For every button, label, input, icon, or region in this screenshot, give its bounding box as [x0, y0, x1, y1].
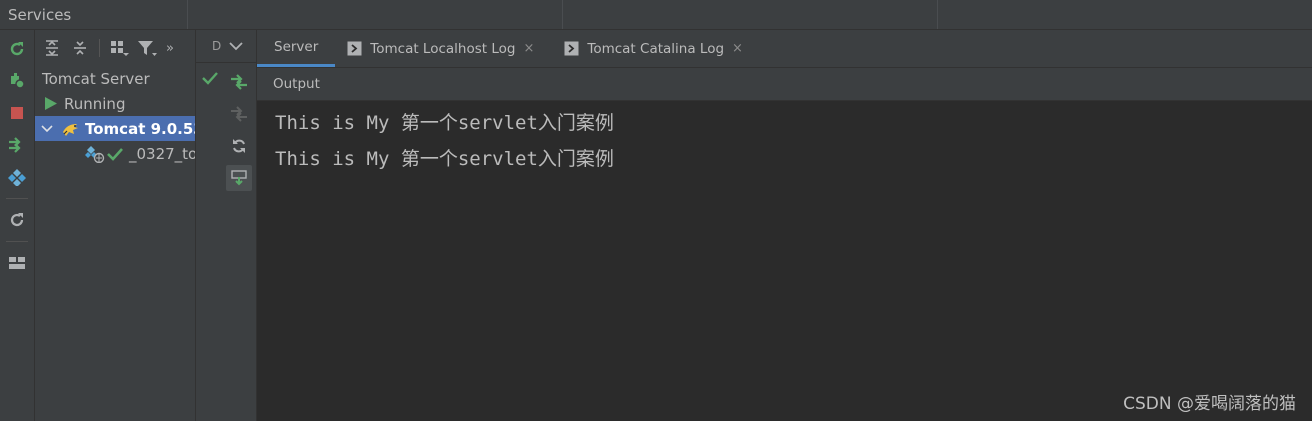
chevron-down-icon[interactable]: [229, 41, 243, 51]
collapse-all-icon[interactable]: [69, 37, 91, 59]
output-header: Output: [257, 68, 1312, 101]
tree-node-label: Running: [64, 94, 126, 113]
header-divider: [187, 0, 188, 29]
tree-node-label: Tomcat 9.0.53: [85, 119, 195, 138]
deploy-icon[interactable]: [226, 69, 252, 95]
run-icon: [44, 96, 58, 111]
check-icon: [202, 71, 218, 85]
layout-icon[interactable]: [6, 252, 28, 274]
tab-label: Tomcat Catalina Log: [587, 40, 725, 57]
close-icon[interactable]: ×: [732, 41, 743, 56]
toolbar-separator: [6, 198, 28, 199]
more-actions-button[interactable]: »: [166, 41, 174, 56]
update-icon[interactable]: [226, 133, 252, 159]
reload-icon[interactable]: [6, 209, 28, 231]
tab-bar: Server Tomcat Localhost Log × Tomcat Cat…: [257, 30, 1312, 68]
refresh-icon[interactable]: [6, 38, 28, 60]
group-by-icon[interactable]: [108, 37, 130, 59]
deploy-all-icon[interactable]: [6, 134, 28, 156]
stop-icon[interactable]: [6, 102, 28, 124]
log-icon: [347, 41, 362, 56]
tree-node-tomcat-server[interactable]: Tomcat Server: [35, 66, 195, 91]
tab-tomcat-catalina-log[interactable]: Tomcat Catalina Log ×: [546, 30, 755, 67]
deploy-icon[interactable]: [6, 70, 28, 92]
tomcat-icon: [61, 121, 81, 137]
tree-toolbar: »: [35, 30, 195, 66]
tree-node-tomcat-9[interactable]: Tomcat 9.0.53: [35, 116, 195, 141]
console-actions-pane: D: [196, 30, 257, 421]
chevron-down-icon[interactable]: [41, 124, 53, 133]
output-title: Output: [273, 76, 320, 92]
gutter-header-label: D: [212, 39, 222, 53]
tab-server[interactable]: Server: [257, 30, 336, 67]
tree-node-artifact[interactable]: _0327_to: [35, 141, 195, 166]
expand-all-icon[interactable]: [41, 37, 63, 59]
tree-node-label: _0327_to: [129, 144, 195, 163]
artifact-icon[interactable]: [6, 166, 28, 188]
status-column: [196, 63, 224, 197]
services-main: » Tomcat Server Running Tomcat 9.0.53 _0…: [0, 30, 1312, 421]
console-line: This is My 第一个servlet入门案例: [275, 148, 614, 170]
header-divider: [562, 0, 563, 29]
console-toolbar: [224, 63, 254, 197]
artifact-web-icon: [85, 145, 105, 163]
log-icon: [564, 41, 579, 56]
tab-label: Server: [274, 39, 319, 55]
services-tree-pane: » Tomcat Server Running Tomcat 9.0.53 _0…: [35, 30, 196, 421]
tool-window-title: Services: [8, 5, 72, 24]
console-area: Server Tomcat Localhost Log × Tomcat Cat…: [257, 30, 1312, 421]
tool-window-header: Services: [0, 0, 1312, 30]
watermark-text: CSDN @爱喝阔落的猫: [1123, 394, 1296, 414]
scroll-to-end-icon[interactable]: [226, 165, 252, 191]
gutter-header: D: [196, 30, 256, 63]
header-divider: [937, 0, 938, 29]
tab-tomcat-localhost-log[interactable]: Tomcat Localhost Log ×: [335, 30, 546, 67]
console-output[interactable]: This is My 第一个servlet入门案例 This is My 第一个…: [257, 101, 1312, 421]
left-toolbar: [0, 30, 35, 421]
tab-label: Tomcat Localhost Log: [370, 40, 516, 57]
toolbar-separator: [6, 241, 28, 242]
tree-node-label: Tomcat Server: [42, 69, 150, 88]
toolbar-separator: [99, 39, 100, 57]
tree-node-running[interactable]: Running: [35, 91, 195, 116]
filter-icon[interactable]: [136, 37, 158, 59]
undeploy-icon[interactable]: [226, 101, 252, 127]
console-line: This is My 第一个servlet入门案例: [275, 112, 614, 134]
close-icon[interactable]: ×: [523, 41, 534, 56]
check-icon: [107, 147, 123, 161]
